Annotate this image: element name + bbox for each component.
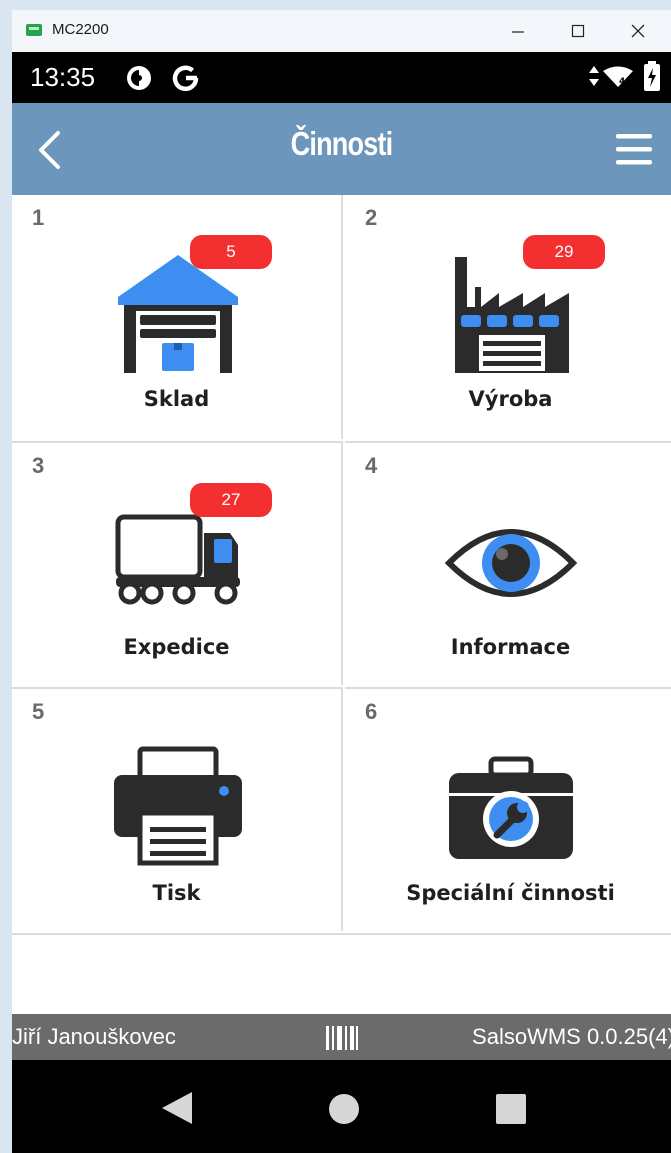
clock: 13:35 xyxy=(30,62,96,92)
phone-screen: 13:35 4 Činnosti 1 5 Sklad 2 29 Výroba 3… xyxy=(12,52,671,1153)
activity-grid: 1 5 Sklad 2 29 Výroba 3 27 Expedice 4 In… xyxy=(12,195,671,935)
tile-number: 4 xyxy=(365,453,378,478)
tile-label: Sklad xyxy=(143,387,210,411)
toolbox-icon xyxy=(449,756,573,859)
tile-vyroba[interactable]: 2 29 Výroba xyxy=(345,195,671,439)
tile-tisk[interactable]: 5 Tisk xyxy=(12,687,343,931)
window-titlebar: MC2200 xyxy=(12,10,671,53)
tile-label: Speciální činnosti xyxy=(406,881,615,905)
nav-back-icon[interactable] xyxy=(160,1090,194,1126)
back-arrow-icon[interactable] xyxy=(36,129,64,171)
tile-expedice[interactable]: 3 27 Expedice xyxy=(12,441,343,685)
svg-text:4: 4 xyxy=(619,77,625,87)
close-icon xyxy=(631,24,645,38)
window-title: MC2200 xyxy=(52,21,109,38)
app-version: SalsoWMS 0.0.25(4) xyxy=(472,1024,671,1049)
user-name: Jiří Janouškovec xyxy=(12,1024,176,1049)
wifi-icon: 4 xyxy=(603,66,633,87)
tile-number: 3 xyxy=(32,453,45,478)
close-button[interactable] xyxy=(608,10,668,52)
page-title: Činnosti xyxy=(290,125,393,162)
nav-home-icon[interactable] xyxy=(328,1093,360,1125)
tile-sklad[interactable]: 1 5 Sklad xyxy=(12,195,343,439)
google-icon xyxy=(172,65,199,92)
menu-icon[interactable] xyxy=(616,133,652,167)
tile-label: Tisk xyxy=(152,881,201,905)
barcode-icon[interactable] xyxy=(326,1026,360,1050)
tile-informace[interactable]: 4 Informace xyxy=(345,441,671,685)
maximize-icon xyxy=(571,24,585,38)
navigation-bar xyxy=(12,1060,671,1153)
eye-icon xyxy=(444,529,578,597)
tile-specialni-cinnosti[interactable]: 6 Speciální činnosti xyxy=(345,687,671,931)
minimize-button[interactable] xyxy=(488,10,548,52)
data-arrows-icon xyxy=(589,66,599,86)
tile-label: Výroba xyxy=(468,387,553,411)
maximize-button[interactable] xyxy=(548,10,608,52)
printer-icon xyxy=(114,746,242,866)
notification-badge: 27 xyxy=(190,483,272,517)
notification-app-icon xyxy=(127,66,151,90)
notification-badge: 29 xyxy=(523,235,605,269)
tile-label: Expedice xyxy=(123,635,230,659)
tile-number: 2 xyxy=(365,205,378,230)
minimize-icon xyxy=(512,31,524,33)
tile-label: Informace xyxy=(450,635,571,659)
tile-number: 6 xyxy=(365,699,378,724)
notification-badge: 5 xyxy=(190,235,272,269)
app-bar: Činnosti xyxy=(12,103,671,195)
nav-recents-icon[interactable] xyxy=(495,1093,527,1125)
footer-bar: Jiří Janouškovec SalsoWMS 0.0.25(4) xyxy=(12,1014,671,1060)
app-window-icon xyxy=(26,24,42,36)
battery-icon xyxy=(644,61,660,91)
tile-number: 1 xyxy=(32,205,45,230)
tile-number: 5 xyxy=(32,699,45,724)
status-bar: 13:35 4 xyxy=(12,52,671,103)
